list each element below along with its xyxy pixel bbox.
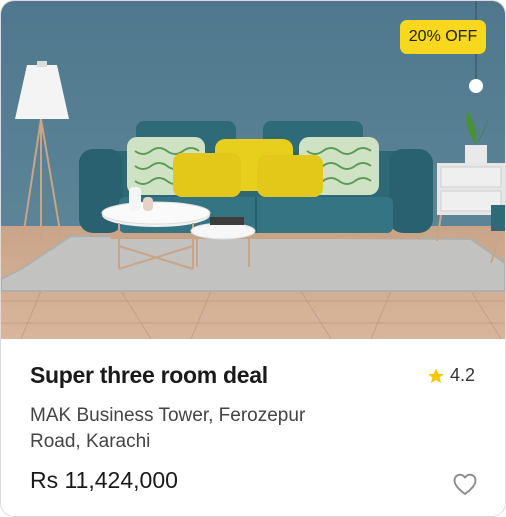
heart-outline-icon [453,473,477,495]
rating: 4.2 [427,365,475,386]
star-icon [428,368,444,383]
listing-price: Rs 11,424,000 [30,467,178,493]
rating-value: 4.2 [450,365,476,385]
property-photo[interactable]: 20% OFF [1,1,505,339]
property-card[interactable]: 20% OFF Super three room deal 4.2 MAK Bu… [0,0,506,517]
favorite-button[interactable] [451,470,479,498]
listing-title[interactable]: Super three room deal [30,362,268,389]
discount-badge: 20% OFF [400,20,486,54]
listing-address: MAK Business Tower, Ferozepur Road, Kara… [30,405,306,452]
